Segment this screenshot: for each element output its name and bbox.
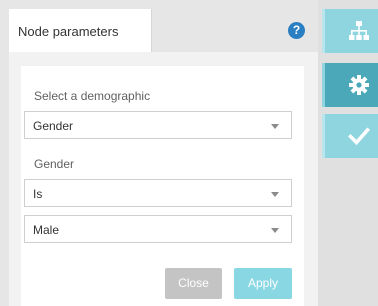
sitemap-icon: [349, 21, 369, 40]
operator-select-value: Is: [33, 187, 43, 201]
sidebar-item-validate[interactable]: [322, 114, 378, 158]
checkmark-icon: [348, 127, 370, 146]
chevron-down-icon: [271, 124, 279, 129]
gender-value-select[interactable]: Male: [24, 215, 292, 243]
help-icon[interactable]: ?: [288, 22, 305, 39]
gender-value-select-value: Male: [33, 223, 60, 237]
sidebar-item-settings[interactable]: [322, 63, 378, 107]
demographic-select-value: Gender: [33, 119, 74, 133]
sidebar-stripe: [322, 9, 325, 53]
close-button[interactable]: Close: [165, 268, 222, 299]
operator-select[interactable]: Is: [24, 179, 292, 207]
sidebar-stripe: [322, 63, 325, 107]
gear-icon: [349, 75, 369, 95]
sidebar-item-tree[interactable]: [322, 9, 378, 53]
tab-node-parameters-label: Node parameters: [18, 24, 119, 39]
tab-strip: Node parameters ?: [0, 0, 318, 52]
chevron-down-icon: [271, 228, 279, 233]
apply-button[interactable]: Apply: [234, 268, 292, 299]
chevron-down-icon: [271, 192, 279, 197]
gender-label: Gender: [34, 157, 75, 171]
node-parameters-panel: Node parameters ? Select a demographic G…: [0, 0, 318, 306]
demographic-select[interactable]: Gender: [24, 111, 292, 139]
demographic-label: Select a demographic: [34, 89, 151, 103]
sidebar-stripe: [322, 114, 325, 158]
